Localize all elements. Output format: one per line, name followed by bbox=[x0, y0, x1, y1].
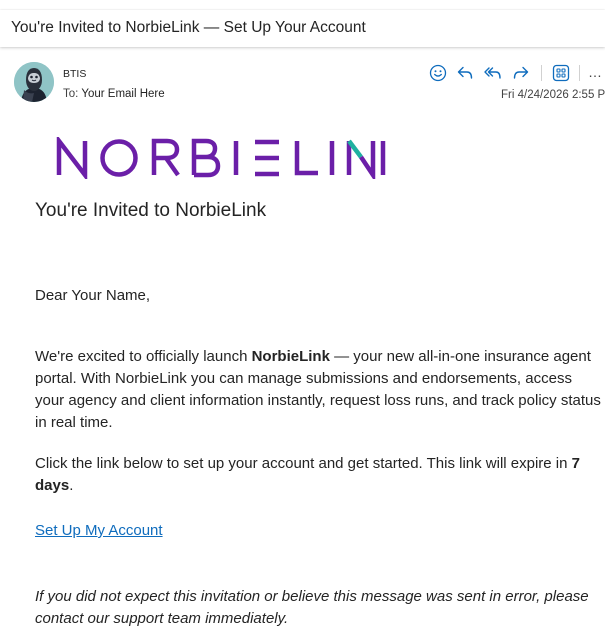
message-date: Fri 4/24/2026 2:55 PM bbox=[501, 89, 605, 101]
email-subject: You're Invited to NorbieLink — Set Up Yo… bbox=[0, 10, 605, 47]
setup-account-link[interactable]: Set Up My Account bbox=[35, 520, 605, 542]
apps-icon[interactable] bbox=[551, 63, 571, 83]
reply-all-icon[interactable] bbox=[483, 63, 503, 83]
product-name: NorbieLink bbox=[251, 348, 330, 365]
recipient-line: To: Your Email Here bbox=[63, 88, 165, 100]
disclaimer-note: If you did not expect this invitation or… bbox=[35, 588, 589, 627]
toolbar-divider bbox=[579, 65, 580, 81]
sender-name: BTIS bbox=[63, 68, 87, 80]
more-icon[interactable]: … bbox=[588, 63, 605, 83]
email-heading: You're Invited to NorbieLink bbox=[35, 200, 267, 221]
to-label: To: bbox=[63, 88, 79, 100]
smiley-icon[interactable] bbox=[428, 63, 448, 83]
instructions-end: . bbox=[69, 477, 74, 494]
instructions-text: Click the link below to set up your acco… bbox=[35, 455, 572, 472]
sender-avatar[interactable] bbox=[14, 62, 54, 102]
message-actions: … bbox=[428, 63, 605, 83]
forward-icon[interactable] bbox=[511, 63, 531, 83]
recipient-value: Your Email Here bbox=[81, 88, 165, 100]
intro-text: We're excited to officially launch bbox=[35, 348, 252, 365]
toolbar-divider bbox=[541, 65, 542, 81]
greeting: Dear Your Name, bbox=[35, 287, 151, 304]
intro-paragraph: We're excited to officially launch Norbi… bbox=[35, 346, 605, 434]
norbielink-logo bbox=[56, 134, 386, 183]
reply-icon[interactable] bbox=[455, 63, 475, 83]
instructions-paragraph: Click the link below to set up your acco… bbox=[35, 453, 605, 497]
